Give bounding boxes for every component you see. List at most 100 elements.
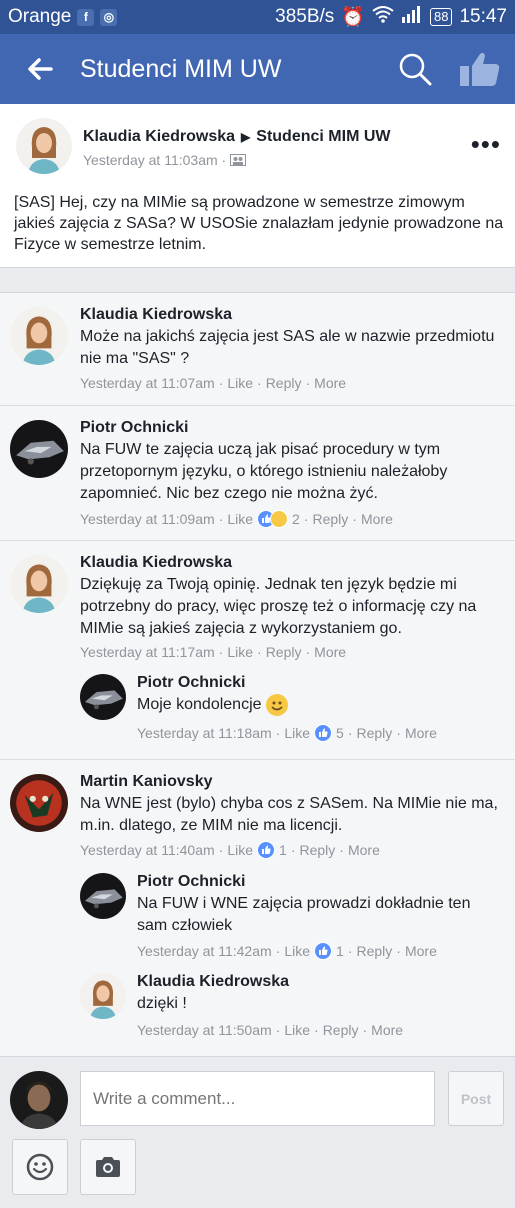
separator: · — [352, 511, 357, 527]
like-page-button[interactable] — [445, 34, 515, 104]
network-speed: 385B/s — [275, 6, 335, 27]
comment: Piotr Ochnicki Na FUW te zajęcia uczą ja… — [0, 406, 515, 540]
comment-meta: Yesterday at 11:09am · Like 2 · Reply · … — [80, 510, 393, 528]
group-audience-icon — [230, 154, 247, 166]
signal-icon — [401, 5, 423, 29]
more-options-icon[interactable]: ••• — [471, 131, 501, 157]
back-arrow-icon — [28, 58, 53, 80]
reply-link[interactable]: Reply — [299, 842, 335, 858]
avatar[interactable] — [80, 873, 126, 919]
app-header: Studenci MIM UW — [0, 34, 515, 104]
reply-comment: Piotr Ochnicki Moje kondolencje Yesterda… — [0, 674, 515, 754]
avatar[interactable] — [10, 307, 68, 365]
comment-author[interactable]: Klaudia Kiedrowska — [80, 306, 232, 324]
group-name[interactable]: Studenci MIM UW — [256, 128, 390, 146]
comment-time[interactable]: Yesterday at 11:40am — [80, 842, 215, 858]
comment-time[interactable]: Yesterday at 11:07am — [80, 375, 215, 391]
like-link[interactable]: Like — [284, 943, 310, 959]
comment-author[interactable]: Piotr Ochnicki — [137, 674, 245, 692]
reply-link[interactable]: Reply — [356, 725, 392, 741]
like-link[interactable]: Like — [284, 1022, 310, 1038]
back-button[interactable] — [0, 34, 80, 104]
separator: · — [347, 943, 353, 959]
like-reaction-icon — [314, 942, 333, 960]
like-link[interactable]: Like — [227, 375, 253, 391]
photo-button[interactable] — [80, 1139, 136, 1195]
reply-link[interactable]: Reply — [266, 644, 302, 660]
reactions-summary[interactable]: 2 — [257, 510, 300, 528]
comment-input[interactable] — [80, 1071, 435, 1126]
post-time-text[interactable]: Yesterday at 11:03am · — [83, 152, 226, 168]
more-link[interactable]: More — [405, 725, 437, 741]
page-title: Studenci MIM UW — [80, 54, 282, 83]
carrier-label: Orange — [8, 6, 72, 27]
comment: Klaudia Kiedrowska Może na jakichś zajęc… — [0, 293, 515, 405]
more-link[interactable]: More — [361, 511, 393, 527]
post-body: [SAS] Hej, czy na MIMie są prowadzone w … — [14, 194, 504, 253]
status-bar: Orange f ◎ 385B/s ⏰ 88 15:47 — [0, 0, 515, 34]
comment-text: Dziękuję za Twoją opinię. Jednak ten jęz… — [80, 576, 477, 637]
avatar[interactable] — [80, 674, 126, 720]
avatar[interactable] — [10, 420, 68, 478]
more-link[interactable]: More — [348, 842, 380, 858]
like-link[interactable]: Like — [227, 644, 253, 660]
reactions-summary[interactable]: 1 — [314, 942, 344, 960]
thumbs-up-icon — [460, 52, 500, 86]
comment-author[interactable]: Piotr Ochnicki — [80, 419, 188, 437]
comment-author[interactable]: Klaudia Kiedrowska — [80, 554, 232, 572]
separator: · — [275, 943, 281, 959]
more-link[interactable]: More — [371, 1022, 403, 1038]
reactions-summary[interactable]: 1 — [257, 841, 287, 859]
separator: · — [218, 644, 224, 660]
app-notification-icon: ◎ — [100, 8, 118, 26]
sad-reaction-icon — [270, 510, 289, 528]
post-header: Klaudia Kiedrowska ▶ Studenci MIM UW — [83, 128, 391, 146]
more-link[interactable]: More — [314, 375, 346, 391]
comment-time[interactable]: Yesterday at 11:42am — [137, 943, 272, 959]
reaction-count: 2 — [292, 511, 300, 527]
like-link[interactable]: Like — [227, 511, 253, 527]
emoji-button[interactable] — [12, 1139, 68, 1195]
comment-time[interactable]: Yesterday at 11:18am — [137, 725, 272, 741]
separator: · — [290, 842, 296, 858]
reply-link[interactable]: Reply — [312, 511, 348, 527]
more-link[interactable]: More — [405, 943, 437, 959]
avatar[interactable] — [10, 555, 68, 613]
separator: · — [396, 943, 401, 959]
current-user-avatar — [10, 1071, 68, 1129]
comment-time[interactable]: Yesterday at 11:17am — [80, 644, 215, 660]
reaction-count: 5 — [336, 725, 344, 741]
reply-link[interactable]: Reply — [356, 943, 392, 959]
like-link[interactable]: Like — [284, 725, 310, 741]
search-button[interactable] — [385, 34, 445, 104]
avatar[interactable] — [16, 118, 72, 174]
alarm-icon: ⏰ — [341, 7, 365, 28]
separator: · — [347, 725, 353, 741]
comment-author[interactable]: Klaudia Kiedrowska — [137, 973, 289, 991]
arrow-right-icon: ▶ — [241, 130, 251, 144]
post-button[interactable]: Post — [448, 1071, 504, 1126]
author-name[interactable]: Klaudia Kiedrowska — [83, 128, 235, 146]
battery-indicator: 88 — [429, 8, 453, 26]
more-link[interactable]: More — [314, 644, 346, 660]
comment-time[interactable]: Yesterday at 11:09am — [80, 511, 215, 527]
comment-text: Moje kondolencje — [137, 696, 262, 713]
comment-text: dzięki ! — [137, 995, 187, 1012]
reply-link[interactable]: Reply — [266, 375, 302, 391]
comment-time[interactable]: Yesterday at 11:50am — [137, 1022, 272, 1038]
comment-composer: Post — [0, 1056, 515, 1208]
original-post: Klaudia Kiedrowska ▶ Studenci MIM UW Yes… — [0, 104, 515, 268]
clock: 15:47 — [459, 6, 507, 27]
reactions-summary[interactable]: 5 — [314, 724, 344, 742]
reply-link[interactable]: Reply — [323, 1022, 359, 1038]
avatar[interactable] — [10, 774, 68, 832]
comments-section: Klaudia Kiedrowska Może na jakichś zajęc… — [0, 292, 515, 1056]
separator: · — [314, 1022, 319, 1038]
separator: · — [275, 725, 281, 741]
wifi-icon — [372, 5, 394, 29]
comment-author[interactable]: Martin Kaniovsky — [80, 773, 212, 791]
avatar[interactable] — [80, 973, 126, 1019]
comment-author[interactable]: Piotr Ochnicki — [137, 873, 245, 891]
like-link[interactable]: Like — [227, 842, 253, 858]
separator: · — [218, 375, 224, 391]
